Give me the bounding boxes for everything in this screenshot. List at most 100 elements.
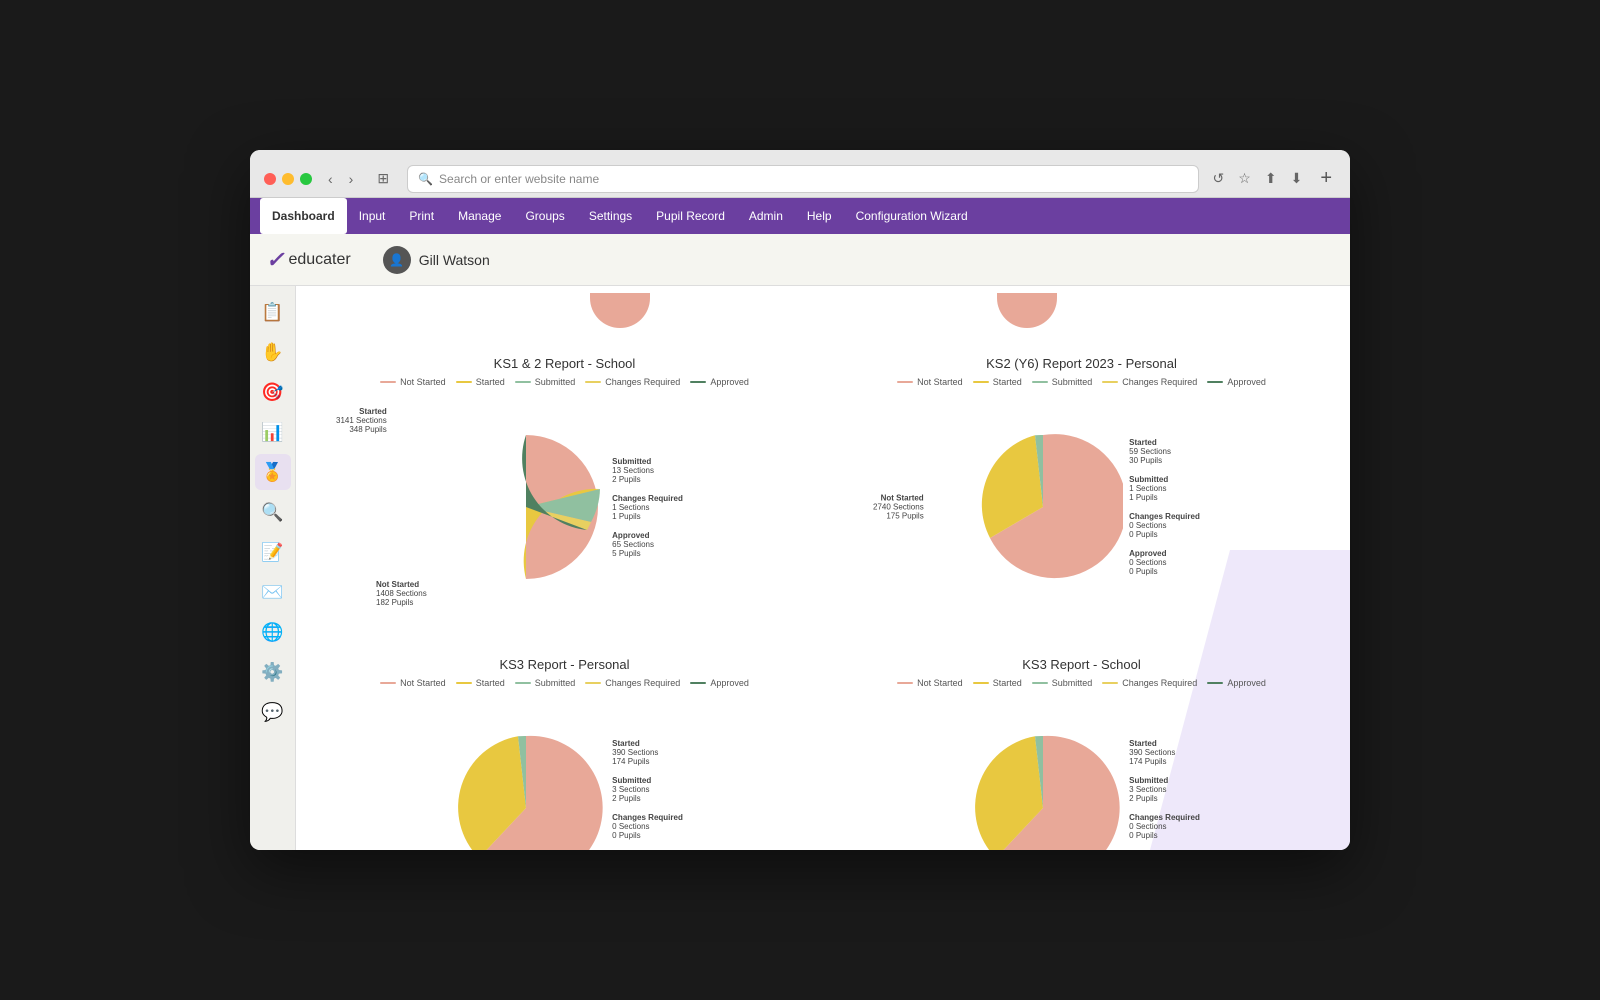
address-text: Search or enter website name — [439, 172, 599, 186]
legend2-started: Started — [973, 377, 1022, 387]
nav-item-admin[interactable]: Admin — [737, 198, 795, 234]
browser-actions: ↺ ☆ ⬆ ⬇ — [1209, 166, 1307, 191]
chart-ks2-y6-title: KS2 (Y6) Report 2023 - Personal — [843, 356, 1320, 371]
close-button[interactable] — [264, 173, 276, 185]
legend4-not-started: Not Started — [897, 678, 963, 688]
legend4-approved: Approved — [1207, 678, 1266, 688]
share-button[interactable]: ⬆ — [1261, 166, 1281, 191]
nav-item-settings[interactable]: Settings — [577, 198, 644, 234]
ks1-2-not-started-label: Not Started 1408 Sections 182 Pupils — [376, 580, 427, 607]
sidebar-item-support[interactable]: 💬 — [255, 694, 291, 730]
nav-item-manage[interactable]: Manage — [446, 198, 513, 234]
search-icon: 🔍 — [418, 172, 433, 186]
sidebar-item-gear[interactable]: ⚙️ — [255, 654, 291, 690]
sidebar-item-badge[interactable]: 🏅 — [255, 454, 291, 490]
logo-text: educater — [288, 251, 350, 269]
legend-submitted: Submitted — [515, 377, 576, 387]
chart-ks3-school-title: KS3 Report - School — [843, 657, 1320, 672]
content-area: KS1 & 2 Report - School Not Started Star… — [296, 286, 1350, 850]
ks1-2-school-started-label: Started 3141 Sections 348 Pupils — [336, 407, 387, 434]
bookmark-button[interactable]: ☆ — [1234, 166, 1255, 191]
nav-item-print[interactable]: Print — [397, 198, 446, 234]
legend2-not-started: Not Started — [897, 377, 963, 387]
legend-not-started: Not Started — [380, 377, 446, 387]
top-partial-area — [316, 296, 1330, 331]
nav-item-pupil-record[interactable]: Pupil Record — [644, 198, 737, 234]
forward-button[interactable]: › — [343, 168, 360, 190]
app-container: Dashboard Input Print Manage Groups Sett… — [250, 198, 1350, 850]
sidebar-item-target[interactable]: 🎯 — [255, 374, 291, 410]
ks3-personal-chart-wrapper: Not Started 2407 Sections — [326, 698, 803, 850]
main-content: 📋 ✋ 🎯 📊 🏅 🔍 📝 ✉️ 🌐 ⚙️ 💬 — [250, 286, 1350, 850]
tab-icon-button[interactable]: ⊞ — [369, 166, 397, 191]
nav-item-help[interactable]: Help — [795, 198, 844, 234]
sidebar-item-hand[interactable]: ✋ — [255, 334, 291, 370]
ks3s-right-labels: Started 390 Sections 174 Pupils Submitte… — [1129, 739, 1200, 850]
sidebar-item-clipboard[interactable]: 📋 — [255, 294, 291, 330]
ks1-2-submitted-label: Submitted 13 Sections 2 Pupils — [612, 457, 683, 484]
legend3-not-started: Not Started — [380, 678, 446, 688]
ks3s-submitted-label: Submitted 3 Sections 2 Pupils — [1129, 776, 1200, 803]
chart-ks1-2-school-title: KS1 & 2 Report - School — [326, 356, 803, 371]
legend2-approved: Approved — [1207, 377, 1266, 387]
ks3s-changes-label: Changes Required 0 Sections 0 Pupils — [1129, 813, 1200, 840]
back-button[interactable]: ‹ — [322, 168, 339, 190]
nav-item-dashboard[interactable]: Dashboard — [260, 198, 347, 234]
ks3p-submitted-label: Submitted 3 Sections 2 Pupils — [612, 776, 683, 803]
chart-ks1-2-school-legend: Not Started Started Submitted — [326, 377, 803, 387]
chart-ks2-y6-legend: Not Started Started Submitted — [843, 377, 1320, 387]
legend-dot-started — [456, 381, 472, 383]
legend4-started: Started — [973, 678, 1022, 688]
download-button[interactable]: ⬇ — [1287, 166, 1307, 191]
ks2-right-labels: Started 59 Sections 30 Pupils Submitted … — [1129, 438, 1200, 576]
maximize-button[interactable] — [300, 173, 312, 185]
legend-approved: Approved — [690, 377, 749, 387]
legend2-changes: Changes Required — [1102, 377, 1197, 387]
sidebar-item-report[interactable]: 📝 — [255, 534, 291, 570]
new-tab-button[interactable]: + — [1316, 167, 1336, 190]
sidebar-item-chart[interactable]: 📊 — [255, 414, 291, 450]
sidebar-item-search-person[interactable]: 🔍 — [255, 494, 291, 530]
nav-item-groups[interactable]: Groups — [513, 198, 576, 234]
legend-changes: Changes Required — [585, 377, 680, 387]
chart-ks2-y6-personal: KS2 (Y6) Report 2023 - Personal Not Star… — [833, 346, 1330, 627]
legend3-submitted: Submitted — [515, 678, 576, 688]
sidebar-item-globe[interactable]: 🌐 — [255, 614, 291, 650]
ks2-y6-pie — [963, 427, 1123, 587]
ks3p-right-labels: Started 390 Sections 174 Pupils Submitte… — [612, 739, 683, 850]
nav-item-config[interactable]: Configuration Wizard — [844, 198, 980, 234]
user-name: Gill Watson — [419, 252, 490, 268]
address-bar[interactable]: 🔍 Search or enter website name — [407, 165, 1198, 193]
logo-checkmark: ✓ — [266, 247, 284, 273]
reload-button[interactable]: ↺ — [1209, 166, 1229, 191]
chart-ks3-school: KS3 Report - School Not Started Started — [833, 647, 1330, 850]
ks3-school-pie — [963, 728, 1123, 850]
ks2-submitted-label: Submitted 1 Sections 1 Pupils — [1129, 475, 1200, 502]
sidebar-item-mail[interactable]: ✉️ — [255, 574, 291, 610]
logo: ✓ educater — [266, 247, 351, 273]
avatar: 👤 — [383, 246, 411, 274]
ks3s-started-label: Started 390 Sections 174 Pupils — [1129, 739, 1200, 766]
header-bar: ✓ educater 👤 Gill Watson — [250, 234, 1350, 286]
avatar-icon: 👤 — [389, 253, 404, 267]
minimize-button[interactable] — [282, 173, 294, 185]
ks2-approved-label: Approved 0 Sections 0 Pupils — [1129, 549, 1200, 576]
legend2-submitted: Submitted — [1032, 377, 1093, 387]
chart-ks1-2-school: KS1 & 2 Report - School Not Started Star… — [316, 346, 813, 627]
ks1-2-school-chart-wrapper: Started 3141 Sections 348 Pupils — [326, 397, 803, 617]
charts-grid: KS1 & 2 Report - School Not Started Star… — [316, 336, 1330, 850]
user-info: 👤 Gill Watson — [383, 246, 490, 274]
chart-ks3-school-legend: Not Started Started Submitted — [843, 678, 1320, 688]
ks1-2-changes-label: Changes Required 1 Sections 1 Pupils — [612, 494, 683, 521]
legend-started: Started — [456, 377, 505, 387]
legend4-changes: Changes Required — [1102, 678, 1197, 688]
ks3p-changes-label: Changes Required 0 Sections 0 Pupils — [612, 813, 683, 840]
ks1-2-approved-label: Approved 65 Sections 5 Pupils — [612, 531, 683, 558]
nav-item-input[interactable]: Input — [347, 198, 398, 234]
ks3-personal-pie — [446, 728, 606, 850]
browser-chrome: ‹ › ⊞ 🔍 Search or enter website name ↺ ☆… — [250, 150, 1350, 198]
legend-dot-approved — [690, 381, 706, 383]
ks2-changes-label: Changes Required 0 Sections 0 Pupils — [1129, 512, 1200, 539]
legend3-started: Started — [456, 678, 505, 688]
legend-dot-submitted — [515, 381, 531, 383]
